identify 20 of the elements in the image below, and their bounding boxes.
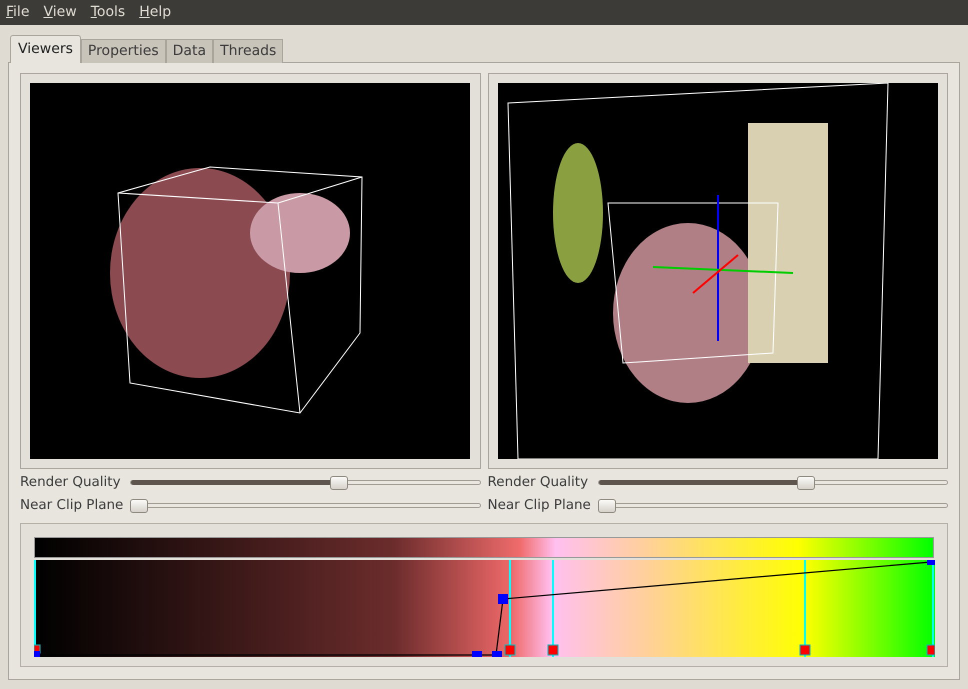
slider-thumb[interactable] [330,476,348,490]
tab[interactable]: Viewers [10,35,81,63]
menu-item[interactable]: View [43,2,77,23]
tab[interactable]: Threads [213,39,284,63]
menu-item[interactable]: Tools [90,2,126,23]
tab[interactable]: Data [166,39,214,63]
slider[interactable] [130,498,480,512]
menu-item[interactable]: Help [139,2,172,23]
slider-thumb[interactable] [130,498,148,512]
slider-thumb[interactable] [797,476,815,490]
menu-item[interactable]: File [6,2,30,23]
slider[interactable] [598,476,948,490]
slider-label: Render Quality [488,473,590,492]
slider-label: Near Clip Plane [488,496,592,516]
slider-thumb[interactable] [598,498,616,512]
slider-label: Render Quality [20,473,122,492]
slider[interactable] [598,498,948,512]
tab[interactable]: Properties [80,39,166,63]
slider-label: Near Clip Plane [20,496,124,516]
slider[interactable] [130,476,480,490]
